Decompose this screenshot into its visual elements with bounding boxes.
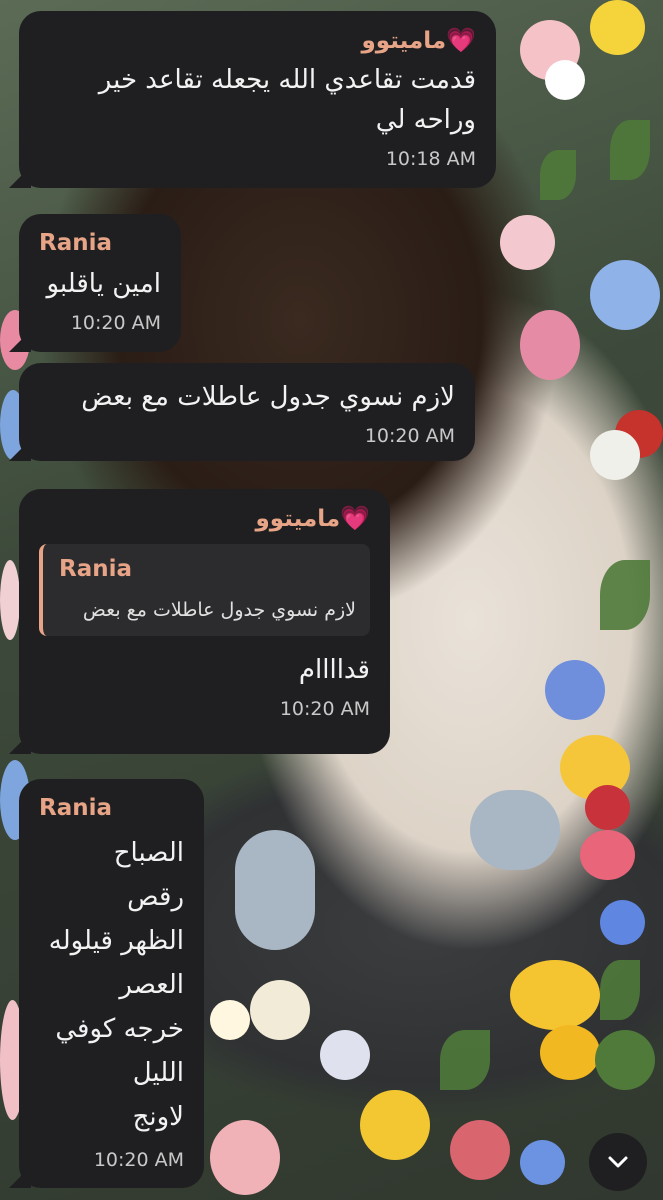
- chevron-down-icon: [608, 1156, 628, 1168]
- message-time: 10:20 AM: [364, 425, 455, 447]
- message-time: 10:20 AM: [70, 312, 161, 334]
- heart-emoji-icon: 💗: [340, 504, 370, 532]
- heart-emoji-icon: 💗: [446, 26, 476, 54]
- message-time: 10:20 AM: [93, 1149, 184, 1171]
- quoted-reply[interactable]: Rania لازم نسوي جدول عاطلات مع بعض: [39, 544, 370, 636]
- message-text: لازم نسوي جدول عاطلات مع بعض: [81, 382, 455, 412]
- message-text: قداااام: [298, 655, 370, 685]
- quoted-reply-sender: Rania: [59, 556, 133, 582]
- message-time: 10:20 AM: [279, 698, 370, 720]
- message-bubble[interactable]: لازم نسوي جدول عاطلات مع بعض 10:20 AM: [19, 363, 475, 461]
- message-text: الصباح رقص الظهر قيلوله العصر خرجه كوفي …: [48, 838, 184, 1132]
- sender-name[interactable]: Rania: [39, 228, 161, 258]
- message-time: 10:18 AM: [385, 148, 476, 170]
- message-bubble[interactable]: Rania الصباح رقص الظهر قيلوله العصر خرجه…: [19, 779, 204, 1188]
- quoted-reply-text: لازم نسوي جدول عاطلات مع بعض: [82, 599, 356, 621]
- message-bubble[interactable]: Rania امين ياقلبو 10:20 AM: [19, 214, 181, 352]
- message-text: قدمت تقاعدي الله يجعله تقاعد خير وراحه ل…: [98, 65, 476, 135]
- sender-name[interactable]: 💗ماميتوو: [39, 25, 476, 56]
- sender-name[interactable]: Rania: [39, 793, 184, 823]
- sender-name[interactable]: 💗ماميتوو: [39, 503, 370, 534]
- scroll-to-bottom-button[interactable]: [589, 1133, 647, 1191]
- message-bubble[interactable]: 💗ماميتوو قدمت تقاعدي الله يجعله تقاعد خي…: [19, 11, 496, 188]
- message-bubble[interactable]: 💗ماميتوو Rania لازم نسوي جدول عاطلات مع …: [19, 489, 390, 754]
- message-text: امين ياقلبو: [46, 269, 161, 299]
